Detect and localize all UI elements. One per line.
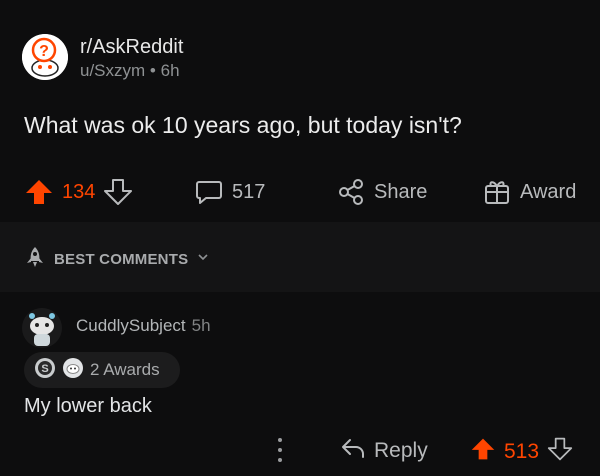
sort-comments-dropdown[interactable]: BEST COMMENTS xyxy=(24,246,210,272)
upvote-arrow[interactable] xyxy=(24,177,54,207)
subreddit-name[interactable]: r/AskReddit xyxy=(80,36,183,59)
comment-age: 5h xyxy=(191,316,211,335)
reply-label: Reply xyxy=(374,439,428,462)
comment-bubble-icon xyxy=(194,177,224,207)
reply-button[interactable]: Reply xyxy=(340,436,428,466)
comment-vote-group: 513 xyxy=(470,436,573,468)
award-gift-icon xyxy=(482,177,512,207)
meta-separator: • xyxy=(149,61,156,80)
svg-text:?: ? xyxy=(39,43,49,60)
downvote-arrow[interactable] xyxy=(103,177,133,207)
helpful-award-icon xyxy=(62,357,84,384)
post-author[interactable]: u/Sxzym xyxy=(80,61,145,80)
comment-downvote-arrow[interactable] xyxy=(547,436,573,468)
post-actions: 134 517 Share Award xyxy=(0,170,600,214)
dot xyxy=(278,448,282,452)
award-button[interactable]: Award xyxy=(482,170,576,214)
sort-label: BEST COMMENTS xyxy=(54,250,189,268)
share-button[interactable]: Share xyxy=(336,170,427,214)
chevron-down-icon xyxy=(196,250,210,268)
silver-award-icon: S xyxy=(34,357,56,384)
comment-body: My lower back xyxy=(24,395,152,417)
share-label: Share xyxy=(374,180,428,203)
award-label: Award xyxy=(520,180,577,203)
post-upvote-count: 134 xyxy=(62,180,96,203)
subreddit-avatar[interactable]: ? xyxy=(22,34,68,80)
post-meta: u/Sxzym • 6h xyxy=(80,61,180,81)
post-title[interactable]: What was ok 10 years ago, but today isn'… xyxy=(24,112,462,139)
post-age: 6h xyxy=(160,61,180,80)
dot xyxy=(278,438,282,442)
comment-count: 517 xyxy=(232,180,266,203)
comment-upvote-arrow[interactable] xyxy=(470,436,496,468)
comment-username[interactable]: CuddlySubject xyxy=(76,316,186,336)
awards-count: 2 Awards xyxy=(90,360,160,379)
awards-pill[interactable]: S 2 Awards xyxy=(24,352,180,388)
post-vote-group: 134 xyxy=(24,170,133,214)
rocket-icon xyxy=(24,246,46,272)
dot xyxy=(278,458,282,462)
user-avatar[interactable] xyxy=(22,308,62,348)
reply-arrow-icon xyxy=(340,436,366,466)
comment-byline: CuddlySubject 5h xyxy=(76,316,211,336)
share-icon xyxy=(336,177,366,207)
svg-text:S: S xyxy=(41,363,48,375)
comments-button[interactable]: 517 xyxy=(194,170,265,214)
comment-vote-count: 513 xyxy=(504,440,540,463)
more-dots-icon[interactable] xyxy=(277,438,283,462)
